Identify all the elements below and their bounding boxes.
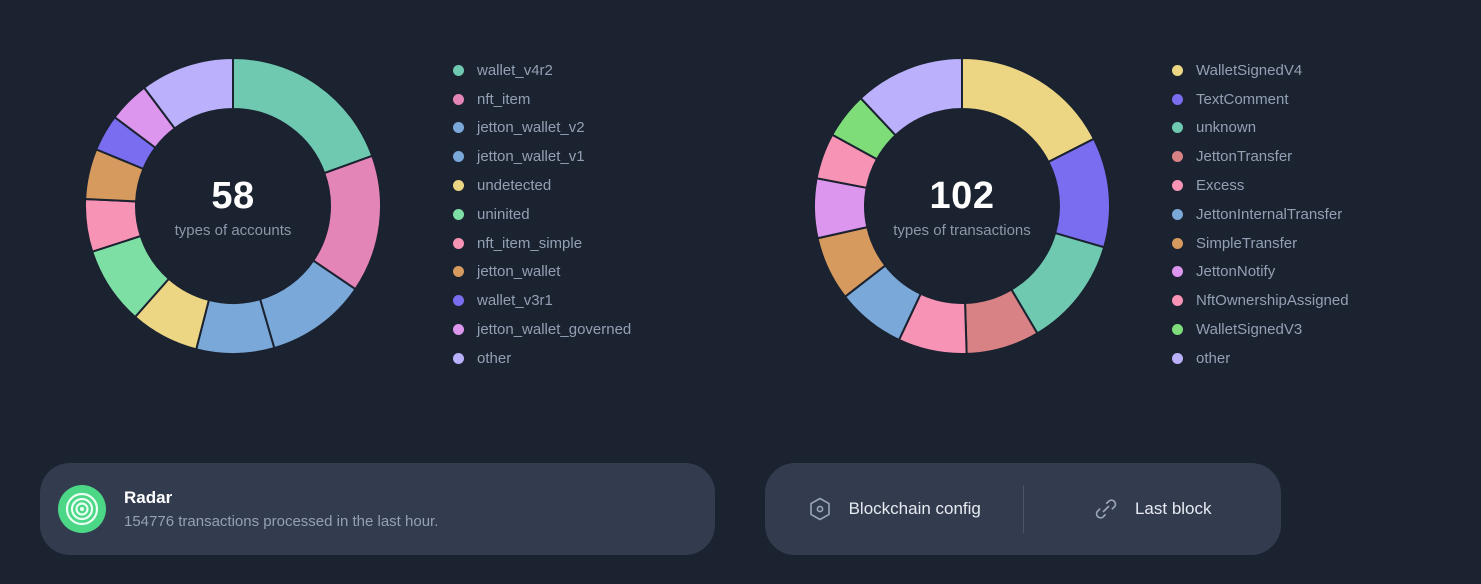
legend-item-label: Excess [1196, 177, 1245, 195]
legend-color-swatch [1172, 208, 1183, 220]
legend-item[interactable]: jetton_wallet_v2 [453, 114, 631, 143]
legend-item-label: nft_item [477, 90, 531, 108]
legend-item[interactable]: JettonTransfer [1172, 142, 1349, 171]
transactions-legend: WalletSignedV4 TextComment unknown JettonTr… [1172, 56, 1349, 373]
legend-color-swatch [453, 64, 464, 76]
legend-item-label: JettonInternalTransfer [1196, 205, 1343, 223]
legend-item-label: wallet_v4r2 [477, 61, 553, 79]
transactions-donut-segments [813, 56, 1111, 355]
legend-color-swatch [1172, 122, 1183, 134]
radar-texts: Radar 154776 transactions processed in t… [124, 488, 438, 530]
legend-item-label: JettonNotify [1196, 263, 1276, 281]
legend-item-label: JettonTransfer [1196, 148, 1293, 166]
legend-item[interactable]: nft_item [453, 85, 631, 114]
legend-item-label: TextComment [1196, 90, 1289, 108]
legend-color-swatch [1172, 151, 1183, 163]
radar-title: Radar [124, 488, 173, 507]
legend-item[interactable]: jetton_wallet [453, 258, 631, 287]
legend-item[interactable]: Excess [1172, 171, 1349, 200]
legend-item[interactable]: TextComment [1172, 85, 1349, 114]
legend-color-swatch [453, 208, 464, 220]
legend-color-swatch [1172, 180, 1183, 192]
blockchain-config-label: Blockchain config [848, 499, 981, 518]
legend-item[interactable]: WalletSignedV3 [1172, 315, 1349, 344]
legend-item-label: jetton_wallet [477, 263, 561, 281]
legend-color-swatch [453, 151, 464, 163]
legend-item-label: jetton_wallet_governed [477, 321, 632, 339]
accounts-donut-svg[interactable] [58, 38, 408, 378]
legend-item[interactable]: WalletSignedV4 [1172, 56, 1349, 85]
legend-item[interactable]: nft_item_simple [453, 229, 631, 258]
legend-color-swatch [1172, 324, 1183, 336]
legend-item[interactable]: undetected [453, 171, 631, 200]
legend-color-swatch [453, 295, 464, 307]
legend-color-swatch [453, 352, 464, 364]
legend-item-label: SimpleTransfer [1196, 234, 1298, 252]
legend-item-label: uninited [477, 205, 530, 223]
radar-subtitle: 154776 transactions processed in the las… [124, 513, 439, 530]
legend-item-label: NftOwnershipAssigned [1196, 292, 1349, 310]
legend-item[interactable]: JettonInternalTransfer [1172, 200, 1349, 229]
donut-segment[interactable] [232, 56, 374, 175]
legend-item[interactable]: NftOwnershipAssigned [1172, 286, 1349, 315]
legend-color-swatch [453, 324, 464, 336]
legend-color-swatch [1172, 295, 1183, 307]
legend-color-swatch [453, 237, 464, 249]
legend-item-label: WalletSignedV4 [1196, 61, 1303, 79]
accounts-chart-block: 58 types of accounts wallet_v4r2 nft_item… [0, 38, 740, 420]
legend-item-label: WalletSignedV3 [1196, 321, 1303, 339]
radar-card[interactable]: Radar 154776 transactions processed in t… [40, 463, 715, 555]
transactions-donut: 102 types of transactions [787, 38, 1137, 378]
legend-color-swatch [1172, 93, 1183, 105]
legend-color-swatch [1172, 266, 1183, 278]
bottom-cards-row: Radar 154776 transactions processed in t… [0, 463, 1481, 558]
transactions-chart-block: 102 types of transactions WalletSignedV4… [740, 38, 1480, 420]
blockchain-config-button[interactable]: Blockchain config [765, 463, 1023, 555]
legend-item[interactable]: uninited [453, 200, 631, 229]
transactions-donut-svg[interactable] [787, 38, 1137, 378]
legend-item[interactable]: SimpleTransfer [1172, 229, 1349, 258]
legend-item[interactable]: wallet_v3r1 [453, 286, 631, 315]
legend-color-swatch [453, 122, 464, 134]
dashboard-page: 58 types of accounts wallet_v4r2 nft_item… [0, 0, 1481, 584]
legend-color-swatch [1172, 237, 1183, 249]
accounts-donut: 58 types of accounts [58, 38, 408, 378]
legend-item-label: undetected [477, 177, 552, 195]
legend-item-label: unknown [1196, 119, 1257, 137]
link-icon [1093, 496, 1119, 522]
accounts-donut-segments [84, 56, 382, 355]
hexagon-dot-icon [807, 496, 833, 522]
last-block-label: Last block [1134, 499, 1212, 518]
legend-color-swatch [1172, 64, 1183, 76]
legend-item-label: wallet_v3r1 [477, 292, 553, 310]
legend-item[interactable]: JettonNotify [1172, 258, 1349, 287]
legend-item[interactable]: jetton_wallet_governed [453, 315, 631, 344]
radar-icon [58, 485, 106, 533]
links-card: Blockchain config Last block [765, 463, 1281, 555]
legend-color-swatch [453, 180, 464, 192]
legend-item-label: jetton_wallet_v2 [477, 119, 585, 137]
legend-item-label: other [477, 349, 512, 367]
legend-item[interactable]: other [453, 344, 631, 373]
legend-item-label: jetton_wallet_v1 [477, 148, 585, 166]
legend-color-swatch [1172, 352, 1183, 364]
legend-item[interactable]: wallet_v4r2 [453, 56, 631, 85]
legend-item-label: other [1196, 349, 1231, 367]
accounts-legend: wallet_v4r2 nft_item jetton_wallet_v2jetto… [453, 56, 631, 373]
charts-row: 58 types of accounts wallet_v4r2 nft_item… [0, 0, 1481, 420]
legend-item[interactable]: unknown [1172, 114, 1349, 143]
legend-item[interactable]: jetton_wallet_v1 [453, 142, 631, 171]
donut-segment[interactable] [961, 56, 1096, 164]
legend-color-swatch [453, 93, 464, 105]
last-block-button[interactable]: Last block [1024, 463, 1282, 555]
legend-item[interactable]: other [1172, 344, 1349, 373]
legend-item-label: nft_item_simple [477, 234, 583, 252]
legend-color-swatch [453, 266, 464, 278]
